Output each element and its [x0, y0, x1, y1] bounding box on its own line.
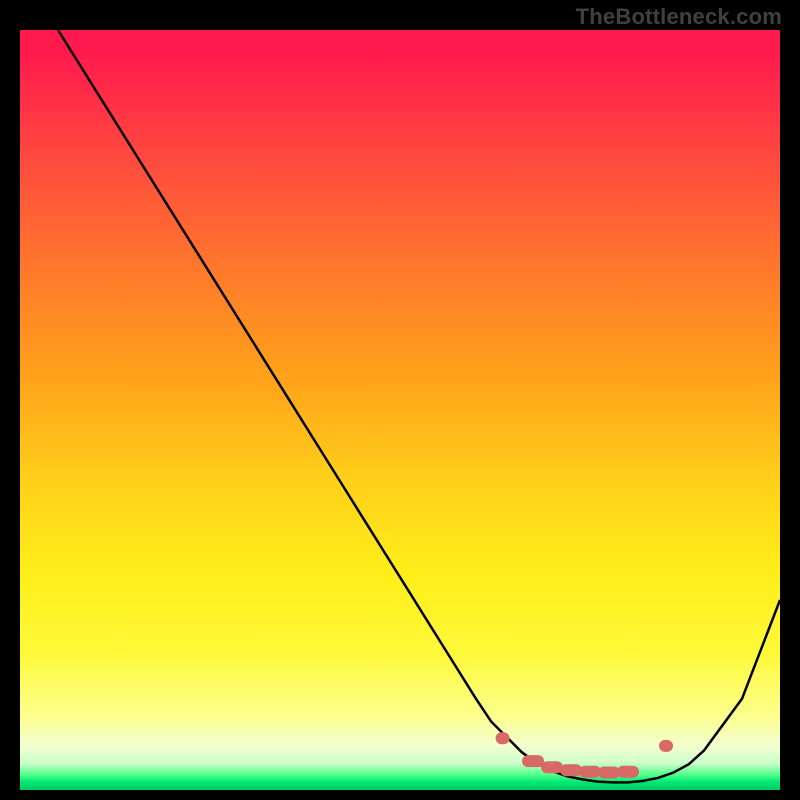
- bottleneck-curve: [58, 30, 780, 782]
- plot-area: [20, 30, 780, 790]
- optimal-marker: [598, 767, 620, 779]
- optimal-marker: [496, 732, 510, 744]
- optimal-marker: [617, 766, 639, 778]
- optimal-marker: [560, 764, 582, 776]
- watermark-text: TheBottleneck.com: [576, 4, 782, 30]
- chart-container: TheBottleneck.com: [0, 0, 800, 800]
- curve-layer: [20, 30, 780, 790]
- optimal-marker: [579, 766, 601, 778]
- optimal-marker: [522, 755, 544, 767]
- optimal-marker: [659, 740, 673, 752]
- optimal-marker: [541, 761, 563, 773]
- optimal-zone-markers: [496, 732, 673, 778]
